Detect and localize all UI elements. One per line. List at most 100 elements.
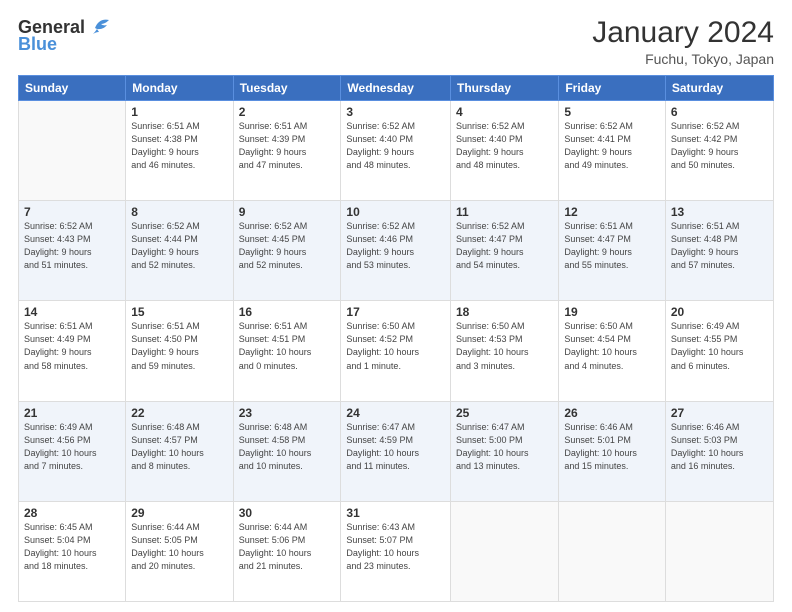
weekday-header-thursday: Thursday — [451, 76, 559, 101]
day-info: Sunrise: 6:52 AM Sunset: 4:44 PM Dayligh… — [131, 220, 227, 272]
day-number: 2 — [239, 105, 336, 119]
day-number: 19 — [564, 305, 660, 319]
day-number: 6 — [671, 105, 768, 119]
weekday-header-wednesday: Wednesday — [341, 76, 451, 101]
day-info: Sunrise: 6:51 AM Sunset: 4:47 PM Dayligh… — [564, 220, 660, 272]
day-info: Sunrise: 6:43 AM Sunset: 5:07 PM Dayligh… — [346, 521, 445, 573]
day-info: Sunrise: 6:52 AM Sunset: 4:40 PM Dayligh… — [346, 120, 445, 172]
calendar-cell — [451, 501, 559, 601]
calendar-cell — [19, 101, 126, 201]
calendar-cell: 1Sunrise: 6:51 AM Sunset: 4:38 PM Daylig… — [126, 101, 233, 201]
weekday-header-friday: Friday — [559, 76, 666, 101]
day-info: Sunrise: 6:47 AM Sunset: 4:59 PM Dayligh… — [346, 421, 445, 473]
calendar-cell: 10Sunrise: 6:52 AM Sunset: 4:46 PM Dayli… — [341, 201, 451, 301]
day-number: 12 — [564, 205, 660, 219]
logo: General Blue — [18, 16, 113, 55]
calendar-cell: 25Sunrise: 6:47 AM Sunset: 5:00 PM Dayli… — [451, 401, 559, 501]
day-number: 21 — [24, 406, 120, 420]
calendar-cell — [559, 501, 666, 601]
day-number: 16 — [239, 305, 336, 319]
calendar-cell — [665, 501, 773, 601]
day-info: Sunrise: 6:52 AM Sunset: 4:47 PM Dayligh… — [456, 220, 553, 272]
day-number: 5 — [564, 105, 660, 119]
day-info: Sunrise: 6:51 AM Sunset: 4:48 PM Dayligh… — [671, 220, 768, 272]
day-number: 22 — [131, 406, 227, 420]
day-info: Sunrise: 6:49 AM Sunset: 4:55 PM Dayligh… — [671, 320, 768, 372]
day-info: Sunrise: 6:45 AM Sunset: 5:04 PM Dayligh… — [24, 521, 120, 573]
day-number: 27 — [671, 406, 768, 420]
day-number: 15 — [131, 305, 227, 319]
calendar-week-row: 1Sunrise: 6:51 AM Sunset: 4:38 PM Daylig… — [19, 101, 774, 201]
weekday-header-tuesday: Tuesday — [233, 76, 341, 101]
weekday-header-row: SundayMondayTuesdayWednesdayThursdayFrid… — [19, 76, 774, 101]
day-number: 17 — [346, 305, 445, 319]
day-info: Sunrise: 6:51 AM Sunset: 4:50 PM Dayligh… — [131, 320, 227, 372]
calendar-cell: 8Sunrise: 6:52 AM Sunset: 4:44 PM Daylig… — [126, 201, 233, 301]
day-number: 20 — [671, 305, 768, 319]
page: General Blue January 2024 Fuchu, Tokyo, … — [0, 0, 792, 612]
day-info: Sunrise: 6:52 AM Sunset: 4:40 PM Dayligh… — [456, 120, 553, 172]
day-info: Sunrise: 6:52 AM Sunset: 4:43 PM Dayligh… — [24, 220, 120, 272]
day-number: 1 — [131, 105, 227, 119]
calendar-cell: 13Sunrise: 6:51 AM Sunset: 4:48 PM Dayli… — [665, 201, 773, 301]
day-info: Sunrise: 6:52 AM Sunset: 4:45 PM Dayligh… — [239, 220, 336, 272]
day-number: 14 — [24, 305, 120, 319]
day-info: Sunrise: 6:47 AM Sunset: 5:00 PM Dayligh… — [456, 421, 553, 473]
calendar-cell: 21Sunrise: 6:49 AM Sunset: 4:56 PM Dayli… — [19, 401, 126, 501]
day-number: 18 — [456, 305, 553, 319]
calendar-cell: 22Sunrise: 6:48 AM Sunset: 4:57 PM Dayli… — [126, 401, 233, 501]
month-title: January 2024 — [592, 16, 774, 49]
header: General Blue January 2024 Fuchu, Tokyo, … — [18, 16, 774, 67]
day-number: 9 — [239, 205, 336, 219]
day-number: 25 — [456, 406, 553, 420]
day-number: 24 — [346, 406, 445, 420]
calendar-cell: 6Sunrise: 6:52 AM Sunset: 4:42 PM Daylig… — [665, 101, 773, 201]
day-info: Sunrise: 6:51 AM Sunset: 4:51 PM Dayligh… — [239, 320, 336, 372]
location: Fuchu, Tokyo, Japan — [592, 51, 774, 67]
day-number: 26 — [564, 406, 660, 420]
day-info: Sunrise: 6:46 AM Sunset: 5:03 PM Dayligh… — [671, 421, 768, 473]
calendar-cell: 9Sunrise: 6:52 AM Sunset: 4:45 PM Daylig… — [233, 201, 341, 301]
calendar-week-row: 28Sunrise: 6:45 AM Sunset: 5:04 PM Dayli… — [19, 501, 774, 601]
calendar-cell: 11Sunrise: 6:52 AM Sunset: 4:47 PM Dayli… — [451, 201, 559, 301]
day-number: 8 — [131, 205, 227, 219]
day-info: Sunrise: 6:46 AM Sunset: 5:01 PM Dayligh… — [564, 421, 660, 473]
day-number: 30 — [239, 506, 336, 520]
calendar-cell: 7Sunrise: 6:52 AM Sunset: 4:43 PM Daylig… — [19, 201, 126, 301]
day-info: Sunrise: 6:51 AM Sunset: 4:49 PM Dayligh… — [24, 320, 120, 372]
day-info: Sunrise: 6:48 AM Sunset: 4:58 PM Dayligh… — [239, 421, 336, 473]
day-number: 11 — [456, 205, 553, 219]
calendar-week-row: 21Sunrise: 6:49 AM Sunset: 4:56 PM Dayli… — [19, 401, 774, 501]
day-info: Sunrise: 6:52 AM Sunset: 4:46 PM Dayligh… — [346, 220, 445, 272]
day-info: Sunrise: 6:52 AM Sunset: 4:42 PM Dayligh… — [671, 120, 768, 172]
day-info: Sunrise: 6:50 AM Sunset: 4:52 PM Dayligh… — [346, 320, 445, 372]
day-info: Sunrise: 6:44 AM Sunset: 5:05 PM Dayligh… — [131, 521, 227, 573]
calendar-cell: 16Sunrise: 6:51 AM Sunset: 4:51 PM Dayli… — [233, 301, 341, 401]
calendar-cell: 27Sunrise: 6:46 AM Sunset: 5:03 PM Dayli… — [665, 401, 773, 501]
day-info: Sunrise: 6:48 AM Sunset: 4:57 PM Dayligh… — [131, 421, 227, 473]
day-number: 28 — [24, 506, 120, 520]
day-number: 13 — [671, 205, 768, 219]
calendar-cell: 19Sunrise: 6:50 AM Sunset: 4:54 PM Dayli… — [559, 301, 666, 401]
day-number: 23 — [239, 406, 336, 420]
calendar-cell: 30Sunrise: 6:44 AM Sunset: 5:06 PM Dayli… — [233, 501, 341, 601]
calendar-cell: 28Sunrise: 6:45 AM Sunset: 5:04 PM Dayli… — [19, 501, 126, 601]
logo-text: General Blue — [18, 16, 113, 55]
calendar-cell: 12Sunrise: 6:51 AM Sunset: 4:47 PM Dayli… — [559, 201, 666, 301]
calendar-cell: 29Sunrise: 6:44 AM Sunset: 5:05 PM Dayli… — [126, 501, 233, 601]
calendar-cell: 3Sunrise: 6:52 AM Sunset: 4:40 PM Daylig… — [341, 101, 451, 201]
day-number: 31 — [346, 506, 445, 520]
calendar: SundayMondayTuesdayWednesdayThursdayFrid… — [18, 75, 774, 602]
calendar-cell: 2Sunrise: 6:51 AM Sunset: 4:39 PM Daylig… — [233, 101, 341, 201]
weekday-header-sunday: Sunday — [19, 76, 126, 101]
day-info: Sunrise: 6:49 AM Sunset: 4:56 PM Dayligh… — [24, 421, 120, 473]
title-block: January 2024 Fuchu, Tokyo, Japan — [592, 16, 774, 67]
logo-bird-icon — [87, 16, 113, 38]
calendar-cell: 20Sunrise: 6:49 AM Sunset: 4:55 PM Dayli… — [665, 301, 773, 401]
day-info: Sunrise: 6:44 AM Sunset: 5:06 PM Dayligh… — [239, 521, 336, 573]
day-number: 7 — [24, 205, 120, 219]
day-info: Sunrise: 6:52 AM Sunset: 4:41 PM Dayligh… — [564, 120, 660, 172]
calendar-cell: 5Sunrise: 6:52 AM Sunset: 4:41 PM Daylig… — [559, 101, 666, 201]
weekday-header-saturday: Saturday — [665, 76, 773, 101]
calendar-cell: 15Sunrise: 6:51 AM Sunset: 4:50 PM Dayli… — [126, 301, 233, 401]
